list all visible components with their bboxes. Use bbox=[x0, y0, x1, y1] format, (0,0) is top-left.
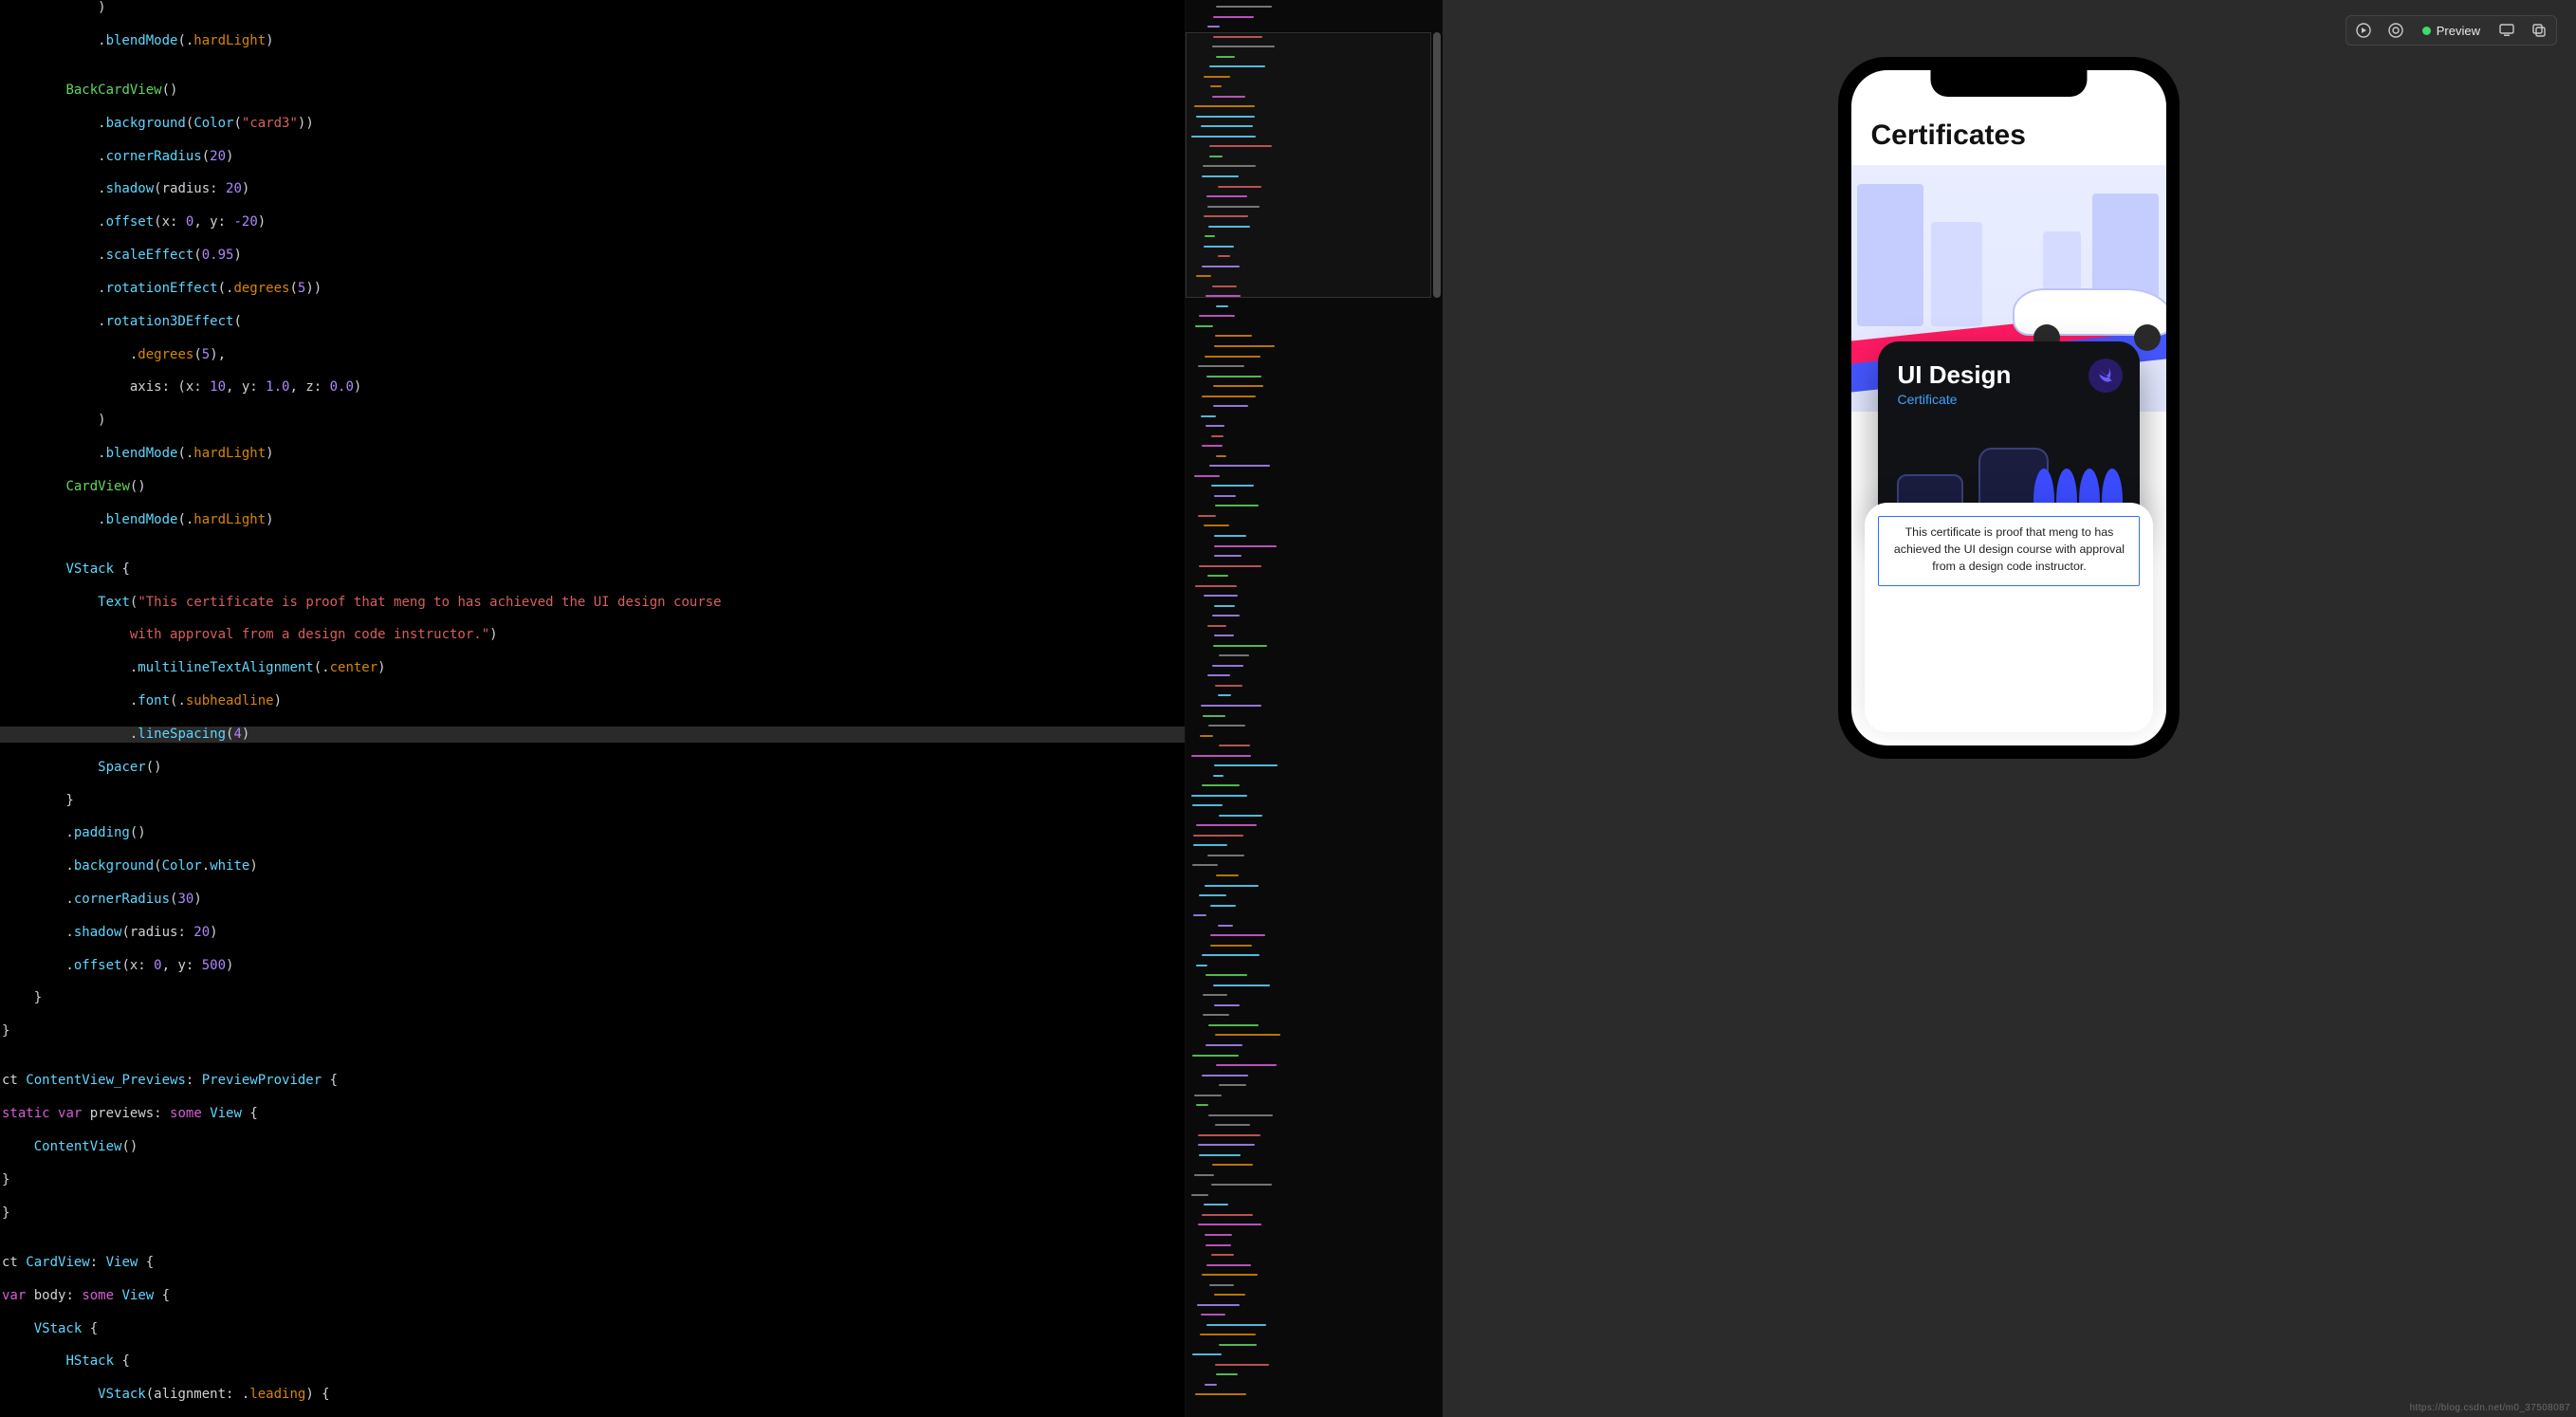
preview-toolbar: Preview bbox=[2346, 15, 2557, 46]
live-preview-button[interactable] bbox=[2383, 18, 2409, 43]
page-title: Certificates bbox=[1870, 120, 2025, 152]
code-editor[interactable]: ) .blendMode(.hardLight) BackCardView() … bbox=[0, 0, 1185, 1417]
card-subtitle: Certificate bbox=[1897, 392, 2121, 407]
preview-canvas: Preview Certificates bbox=[1443, 0, 2576, 1417]
certificate-description: This certificate is proof that meng to h… bbox=[1878, 516, 2140, 586]
device-frame: Certificates UI Design Certificate bbox=[1838, 57, 2180, 759]
bottom-sheet: This certificate is proof that meng to h… bbox=[1865, 503, 2153, 732]
scrollbar[interactable] bbox=[1433, 32, 1441, 298]
preview-status[interactable]: Preview bbox=[2415, 18, 2488, 43]
preview-label: Preview bbox=[2437, 24, 2480, 38]
card-title: UI Design bbox=[1897, 360, 2121, 390]
device-screen: Certificates UI Design Certificate bbox=[1851, 70, 2166, 745]
device-selector-button[interactable] bbox=[2493, 18, 2520, 43]
duplicate-preview-button[interactable] bbox=[2526, 18, 2552, 43]
status-dot-icon bbox=[2422, 27, 2431, 35]
watermark: https://blog.csdn.net/m0_37508087 bbox=[2410, 1403, 2570, 1413]
minimap[interactable] bbox=[1185, 0, 1443, 1417]
device-notch bbox=[1931, 70, 2088, 97]
run-button[interactable] bbox=[2350, 18, 2377, 43]
